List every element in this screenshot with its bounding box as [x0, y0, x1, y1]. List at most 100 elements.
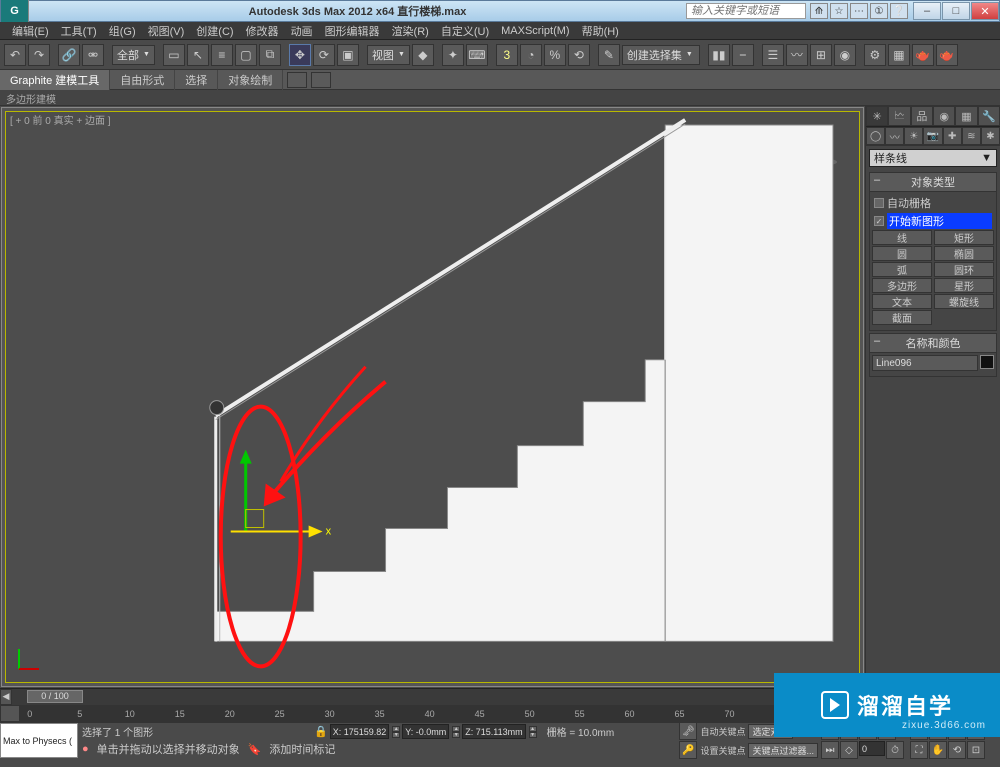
display-tab[interactable]: ▦	[955, 106, 977, 126]
rotate-icon[interactable]: ⟳	[313, 44, 335, 66]
pivot-icon[interactable]: ◆	[412, 44, 434, 66]
spinnersnap-icon[interactable]: ⟲	[568, 44, 590, 66]
menu-create[interactable]: 创建(C)	[190, 23, 239, 39]
ribbon-min-icon[interactable]	[311, 72, 331, 88]
cameras-subtab[interactable]: 📷	[923, 127, 942, 145]
helix-button[interactable]: 螺旋线	[934, 294, 994, 309]
systems-subtab[interactable]: ✱	[981, 127, 1000, 145]
maxscript-mini[interactable]: Max to Physecs (	[0, 723, 78, 758]
sys-icon[interactable]: ①	[870, 3, 888, 19]
autogrid-checkbox[interactable]: 自动栅格	[872, 194, 994, 212]
listener-icon[interactable]: ●	[82, 743, 89, 755]
spacewarps-subtab[interactable]: ≋	[962, 127, 981, 145]
motion-tab[interactable]: ◉	[933, 106, 955, 126]
maximize-button[interactable]: □	[942, 2, 970, 20]
star-button[interactable]: 星形	[934, 278, 994, 293]
category-dropdown[interactable]: 样条线▼	[869, 149, 997, 167]
nav-maxtoggle-icon[interactable]: ⊡	[967, 741, 985, 759]
lock-icon[interactable]: 🔒	[314, 725, 328, 738]
app-logo[interactable]: G	[1, 0, 29, 22]
modify-tab[interactable]: 🗠	[888, 106, 910, 126]
menu-customize[interactable]: 自定义(U)	[435, 23, 495, 39]
sys-icon[interactable]: ⋯	[850, 3, 868, 19]
nav-panview-icon[interactable]: ✋	[929, 741, 947, 759]
matedit-icon[interactable]: ◉	[834, 44, 856, 66]
select-icon[interactable]: ▭	[163, 44, 185, 66]
text-button[interactable]: 文本	[872, 294, 932, 309]
ribbon-tab-freeform[interactable]: 自由形式	[110, 70, 175, 90]
donut-button[interactable]: 圆环	[934, 262, 994, 277]
align-icon[interactable]: ⎯	[732, 44, 754, 66]
sys-icon[interactable]: ☆	[830, 3, 848, 19]
ribbon-tab-selection[interactable]: 选择	[175, 70, 218, 90]
menu-maxscript[interactable]: MAXScript(M)	[495, 25, 575, 37]
menu-edit[interactable]: 编辑(E)	[6, 23, 55, 39]
time-slider-thumb[interactable]: 0 / 100	[27, 690, 83, 703]
keyfilter-button[interactable]: 关键点过滤器...	[748, 743, 818, 758]
shapes-subtab[interactable]: 〰	[885, 127, 904, 145]
scale-icon[interactable]: ▣	[337, 44, 359, 66]
rollout-objtype[interactable]: 对象类型	[869, 172, 997, 192]
helpers-subtab[interactable]: ✚	[943, 127, 962, 145]
menu-grapheditors[interactable]: 图形编辑器	[319, 23, 386, 39]
menu-views[interactable]: 视图(V)	[142, 23, 191, 39]
unlink-icon[interactable]: ⚮	[82, 44, 104, 66]
z-coord-input[interactable]: Z: 715.113mm	[462, 724, 525, 739]
link-icon[interactable]: 🔗	[58, 44, 80, 66]
manip-icon[interactable]: ✦	[442, 44, 464, 66]
curframe-input[interactable]: 0	[859, 741, 885, 756]
editset-icon[interactable]: ✎	[598, 44, 620, 66]
redo-icon[interactable]: ↷	[28, 44, 50, 66]
newshape-checkbox[interactable]: ✓开始新图形	[872, 212, 994, 230]
timetag-icon[interactable]: 🔖	[248, 743, 262, 756]
nav-orbit-icon[interactable]: ⟲	[948, 741, 966, 759]
rendersetup-icon[interactable]: ⚙	[864, 44, 886, 66]
close-button[interactable]: ✕	[971, 2, 999, 20]
ribbon-subpanel[interactable]: 多边形建模	[0, 90, 1000, 106]
search-input[interactable]	[686, 3, 806, 19]
curveed-icon[interactable]: 〰	[786, 44, 808, 66]
window-crossing-icon[interactable]: ⧉	[259, 44, 281, 66]
move-icon[interactable]: ✥	[289, 44, 311, 66]
minimize-button[interactable]: –	[913, 2, 941, 20]
setkey-button[interactable]: 设置关键点	[698, 744, 747, 757]
keymode-icon[interactable]: ◇	[840, 741, 858, 759]
ngon-button[interactable]: 多边形	[872, 278, 932, 293]
circle-button[interactable]: 圆	[872, 246, 932, 261]
select-arrow-icon[interactable]: ↖	[187, 44, 209, 66]
ellipse-button[interactable]: 椭圆	[934, 246, 994, 261]
menu-group[interactable]: 组(G)	[103, 23, 142, 39]
refcoord-dropdown[interactable]: 视图	[367, 45, 410, 65]
lights-subtab[interactable]: ☀	[904, 127, 923, 145]
select-name-icon[interactable]: ≡	[211, 44, 233, 66]
mirror-icon[interactable]: ▮▮	[708, 44, 730, 66]
sys-icon[interactable]: ⟰	[810, 3, 828, 19]
util-tab[interactable]: 🔧	[978, 106, 1000, 126]
object-name-input[interactable]: Line096	[872, 355, 978, 371]
menu-modifiers[interactable]: 修改器	[240, 23, 285, 39]
namedsel-dropdown[interactable]: 创建选择集	[622, 45, 700, 65]
line-button[interactable]: 线	[872, 230, 932, 245]
keymode-icon[interactable]: ⌨	[466, 44, 488, 66]
create-tab[interactable]: ✳	[866, 106, 888, 126]
menu-tools[interactable]: 工具(T)	[55, 23, 103, 39]
timeconfig-icon[interactable]: ⏱	[886, 741, 904, 759]
ribbon-tab-objpaint[interactable]: 对象绘制	[218, 70, 283, 90]
selection-scope-dropdown[interactable]: 全部	[112, 45, 155, 65]
anglesnap-icon[interactable]: ◔	[520, 44, 542, 66]
x-coord-input[interactable]: X: 175159.82	[330, 724, 390, 739]
layers-icon[interactable]: ☰	[762, 44, 784, 66]
timetag-label[interactable]: 添加时间标记	[269, 741, 335, 757]
section-button[interactable]: 截面	[872, 310, 932, 325]
trackbar-icon[interactable]	[0, 705, 20, 722]
ribbon-dropdown-icon[interactable]	[287, 72, 307, 88]
color-swatch[interactable]	[980, 355, 994, 369]
menu-anim[interactable]: 动画	[285, 23, 319, 39]
menu-render[interactable]: 渲染(R)	[386, 23, 435, 39]
viewport[interactable]: [ + 0 前 0 真实 + 边面 ] 前	[1, 107, 864, 687]
y-coord-input[interactable]: Y: -0.0mm	[402, 724, 449, 739]
percentsnap-icon[interactable]: %	[544, 44, 566, 66]
menu-help[interactable]: 帮助(H)	[576, 23, 625, 39]
sys-icon[interactable]: ❔	[890, 3, 908, 19]
keysel-icon[interactable]: 🗝	[679, 722, 697, 740]
